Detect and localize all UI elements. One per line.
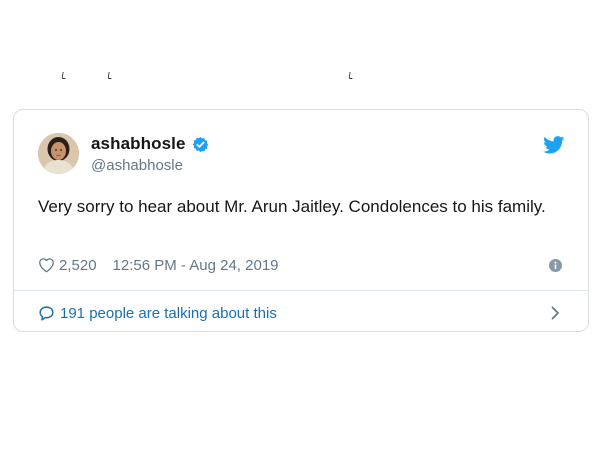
display-name-row: ashabhosle [91,134,209,154]
display-name[interactable]: ashabhosle [91,134,186,154]
verified-badge-icon [192,136,208,152]
tweet-timestamp[interactable]: 12:56 PM - Aug 24, 2019 [113,257,279,274]
info-icon[interactable] [549,259,562,272]
chevron-right-icon[interactable] [551,306,560,320]
conversation-link[interactable]: 191 people are talking about this [38,303,277,323]
card-divider [14,290,588,291]
heart-icon[interactable] [38,257,55,273]
avatar-portrait-icon [38,133,79,174]
screenshot-page: ashabhosle @ashabhosle Very sorry to hea… [0,0,600,450]
avatar[interactable] [38,133,79,174]
twitter-bird-icon[interactable] [543,136,565,154]
cropped-text-fragment [0,72,600,84]
tweet-text: Very sorry to hear about Mr. Arun Jaitle… [38,197,546,216]
like-count[interactable]: 2,520 [59,257,97,274]
speech-bubble-icon [39,305,54,321]
conversation-label[interactable]: 191 people are talking about this [60,305,277,322]
user-info: ashabhosle @ashabhosle [91,134,209,174]
embedded-tweet-card[interactable]: ashabhosle @ashabhosle Very sorry to hea… [13,109,589,332]
tweet-meta-row: 2,520 12:56 PM - Aug 24, 2019 [38,255,279,275]
user-handle[interactable]: @ashabhosle [91,157,209,174]
